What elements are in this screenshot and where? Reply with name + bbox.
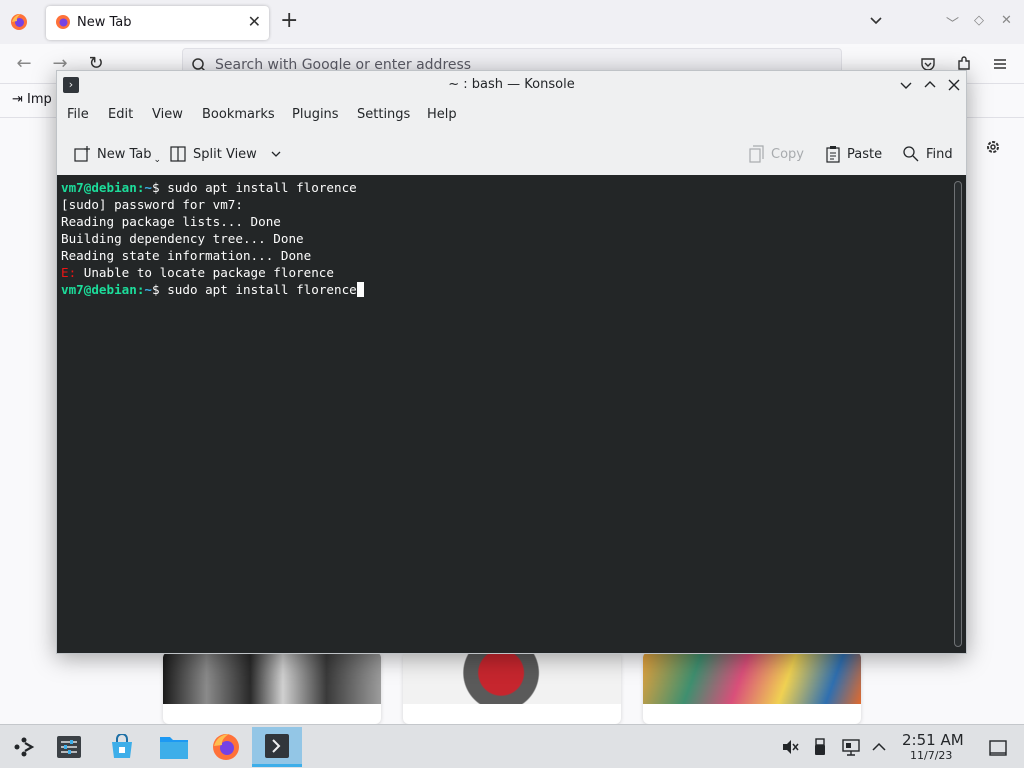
konsole-icon <box>265 733 289 758</box>
menu-plugins[interactable]: Plugins <box>292 107 339 122</box>
firefox-app-icon <box>11 14 27 30</box>
terminal-output: vm7@debian:~$ sudo apt install florence[… <box>61 179 364 298</box>
split-view-label: Split View <box>193 146 257 162</box>
konsole-toolbar: New Tab ⌄ Split View Copy Paste Find <box>57 133 966 173</box>
list-all-tabs-chevron-icon[interactable] <box>868 12 884 28</box>
browser-tab-new-tab[interactable]: New Tab ✕ <box>46 6 269 40</box>
story-card[interactable] <box>643 652 861 724</box>
command-text: sudo apt install florence <box>159 282 357 297</box>
minimize-icon[interactable]: ﹀ <box>946 13 959 32</box>
terminal-line: vm7@debian:~$ sudo apt install florence <box>61 179 364 196</box>
firefox-tab-bar: New Tab ✕ + ﹀ ◇ ✕ <box>0 0 1024 44</box>
new-tab-icon <box>74 146 90 162</box>
copy-button[interactable]: Copy <box>749 143 804 165</box>
prompt-path: ~ <box>144 180 153 195</box>
story-card[interactable] <box>163 652 381 724</box>
find-magnifier-icon <box>903 146 919 162</box>
prompt-user-host: vm7@debian <box>61 180 137 195</box>
back-arrow-icon[interactable]: ← <box>13 54 35 74</box>
paste-clipboard-icon <box>826 146 840 163</box>
konsole-window: › ~ : bash — Konsole File Edit View Book… <box>56 70 967 654</box>
konsole-title-bar[interactable]: › ~ : bash — Konsole <box>57 71 966 99</box>
network-wired-icon[interactable] <box>841 737 861 757</box>
close-window-icon[interactable]: ✕ <box>1001 13 1012 28</box>
dropdown-indicator-icon: ⌄ <box>153 155 162 165</box>
firefox-taskbar-button[interactable] <box>201 727 251 767</box>
plasma-taskbar: 2:51 AM 11/7/23 <box>0 724 1024 768</box>
prompt-path: ~ <box>144 282 153 297</box>
paste-button[interactable]: Paste <box>825 143 882 165</box>
system-settings-icon <box>57 736 81 758</box>
terminal-line: Reading package lists... Done <box>61 214 281 229</box>
menu-help[interactable]: Help <box>427 107 457 122</box>
find-label: Find <box>926 146 953 162</box>
maximize-chevron-icon[interactable] <box>921 76 939 94</box>
prompt-user-host: vm7@debian <box>61 282 137 297</box>
minimize-chevron-icon[interactable] <box>897 76 915 94</box>
firefox-favicon-icon <box>56 15 70 29</box>
maximize-icon[interactable]: ◇ <box>974 13 984 28</box>
show-desktop-icon[interactable] <box>988 738 1008 758</box>
firefox-icon <box>213 734 239 760</box>
menu-edit[interactable]: Edit <box>108 107 133 122</box>
dolphin-files-button[interactable] <box>149 727 199 767</box>
import-bookmarks-button[interactable]: ⇥ Imp <box>12 92 52 107</box>
error-prefix: E: <box>61 265 77 280</box>
terminal-line: Building dependency tree... Done <box>61 231 304 246</box>
menu-settings[interactable]: Settings <box>357 107 410 122</box>
menu-view[interactable]: View <box>152 107 183 122</box>
new-tab-settings-gear-icon[interactable] <box>984 138 1002 156</box>
terminal-area[interactable]: vm7@debian:~$ sudo apt install florence[… <box>57 175 966 653</box>
copy-label: Copy <box>771 146 804 162</box>
menu-file[interactable]: File <box>67 107 89 122</box>
terminal-line: Reading state information... Done <box>61 248 312 263</box>
hamburger-menu-icon[interactable] <box>992 56 1008 72</box>
discover-store-icon <box>112 734 132 758</box>
application-launcher-icon <box>14 737 35 757</box>
volume-muted-icon[interactable] <box>780 737 800 757</box>
split-view-button[interactable]: Split View <box>169 143 283 165</box>
paste-label: Paste <box>847 146 883 162</box>
prompt-symbol: $ <box>152 180 160 195</box>
close-x-icon[interactable] <box>945 76 963 94</box>
dolphin-files-icon <box>160 737 188 759</box>
clock-date[interactable]: 11/7/23 <box>910 749 952 762</box>
menu-bookmarks[interactable]: Bookmarks <box>202 107 275 122</box>
terminal-error-line: E: Unable to locate package florence <box>61 264 364 281</box>
window-title: ~ : bash — Konsole <box>448 77 575 92</box>
find-button[interactable]: Find <box>902 143 953 165</box>
application-launcher-button[interactable] <box>0 727 50 767</box>
new-tab-plus-icon[interactable]: + <box>280 10 298 32</box>
usb-device-icon[interactable] <box>810 737 830 757</box>
konsole-taskbar-button[interactable] <box>252 727 302 767</box>
show-hidden-icons-chevron[interactable] <box>869 737 889 757</box>
tab-close-icon[interactable]: ✕ <box>248 12 261 31</box>
command-text: sudo apt install florence <box>159 180 357 195</box>
discover-store-button[interactable] <box>97 727 147 767</box>
split-view-icon <box>170 146 186 162</box>
copy-icon <box>749 145 764 163</box>
chevron-down-icon[interactable] <box>269 147 283 161</box>
import-label: Imp <box>27 92 52 107</box>
new-tab-button[interactable]: New Tab ⌄ <box>73 143 161 165</box>
story-card[interactable] <box>403 652 621 724</box>
story-thumbnail <box>163 652 381 704</box>
clock-time[interactable]: 2:51 AM <box>902 731 964 749</box>
terminal-scrollbar[interactable] <box>954 181 962 647</box>
error-message: Unable to locate package florence <box>76 265 334 280</box>
tab-title: New Tab <box>77 15 132 30</box>
system-settings-button[interactable] <box>44 727 94 767</box>
new-tab-label: New Tab <box>97 146 152 162</box>
story-thumbnail <box>643 652 861 704</box>
prompt-symbol: $ <box>152 282 160 297</box>
terminal-line: [sudo] password for vm7: <box>61 197 243 212</box>
terminal-line: vm7@debian:~$ sudo apt install florence <box>61 281 364 298</box>
text-cursor <box>356 282 364 297</box>
story-thumbnail <box>403 652 621 704</box>
